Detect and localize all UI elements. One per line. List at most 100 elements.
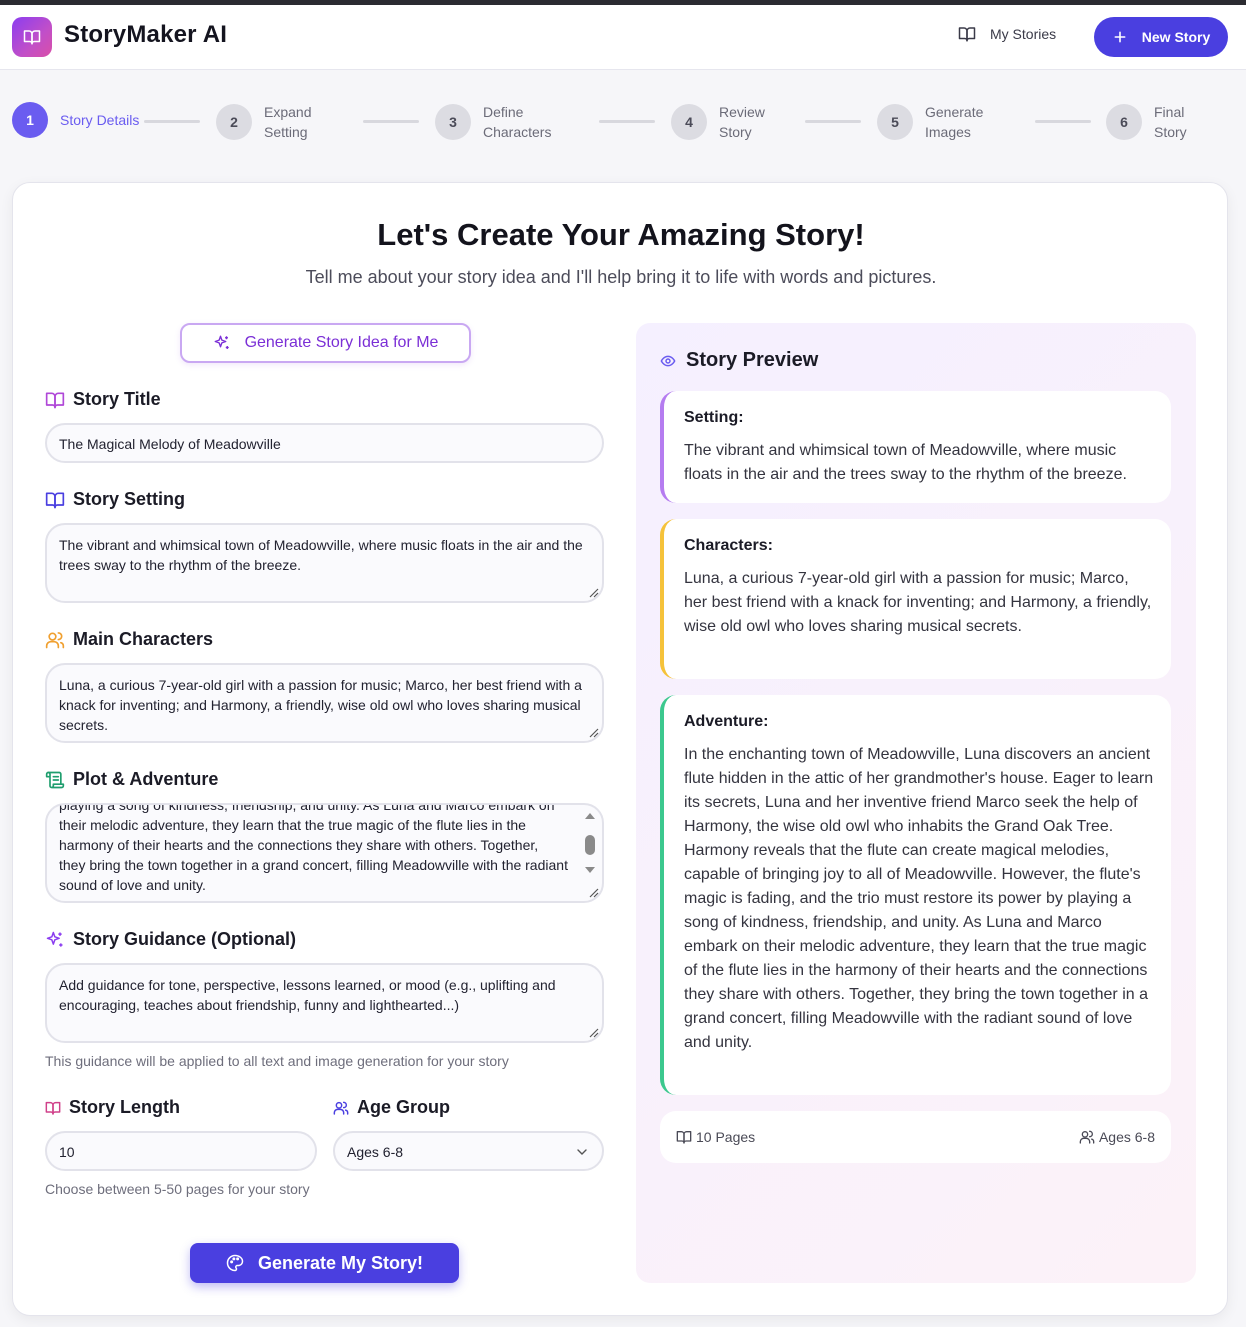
- resize-handle-icon[interactable]: [589, 888, 599, 898]
- preview-setting-card: Setting: The vibrant and whimsical town …: [660, 391, 1171, 503]
- preview-pages: 10 Pages: [676, 1129, 755, 1145]
- age-group-select[interactable]: Ages 6-8: [333, 1131, 604, 1171]
- book-open-icon: [45, 1101, 61, 1115]
- step-number: 3: [435, 104, 471, 140]
- story-setting-label: Story Setting: [45, 489, 185, 510]
- step-number: 1: [12, 102, 48, 138]
- book-open-icon: [23, 30, 41, 45]
- story-guidance-placeholder: Add guidance for tone, perspective, less…: [59, 977, 556, 1013]
- generate-idea-label: Generate Story Idea for Me: [244, 334, 439, 351]
- book-open-icon: [45, 392, 65, 408]
- main-characters-value: Luna, a curious 7-year-old girl with a p…: [59, 677, 582, 733]
- step-connector: [363, 120, 419, 123]
- resize-handle-icon[interactable]: [589, 588, 599, 598]
- main-characters-text: Main Characters: [73, 629, 214, 649]
- story-setting-textarea[interactable]: The vibrant and whimsical town of Meadow…: [45, 523, 604, 603]
- step-connector: [1035, 120, 1091, 123]
- step-review-story[interactable]: 4 Review Story: [671, 102, 783, 142]
- step-label: Expand Setting: [264, 104, 312, 140]
- sparkles-icon: [214, 335, 229, 349]
- preview-pages-text: 10 Pages: [696, 1129, 756, 1145]
- length-helper-text: Choose between 5-50 pages for your story: [45, 1181, 310, 1197]
- preview-ages: Ages 6-8: [1079, 1129, 1155, 1145]
- story-title-text: Story Title: [73, 389, 161, 409]
- chevron-down-icon: [577, 1149, 587, 1155]
- guidance-helper-text: This guidance will be applied to all tex…: [45, 1053, 509, 1069]
- preview-title: Story Preview: [660, 349, 818, 372]
- generate-idea-button[interactable]: Generate Story Idea for Me: [180, 323, 471, 363]
- my-stories-label: My Stories: [990, 26, 1057, 42]
- preview-meta-bar: 10 Pages Ages 6-8: [660, 1111, 1171, 1163]
- story-guidance-textarea[interactable]: Add guidance for tone, perspective, less…: [45, 963, 604, 1043]
- preview-setting-text: The vibrant and whimsical town of Meadow…: [684, 442, 1127, 483]
- resize-handle-icon[interactable]: [589, 728, 599, 738]
- main-characters-textarea[interactable]: Luna, a curious 7-year-old girl with a p…: [45, 663, 604, 743]
- page-subtitle: Tell me about your story idea and I'll h…: [305, 267, 937, 287]
- preview-adventure-text: In the enchanting town of Meadowville, L…: [684, 746, 1154, 1051]
- step-expand-setting[interactable]: 2 Expand Setting: [216, 102, 344, 142]
- step-story-details[interactable]: 1 Story Details: [12, 102, 140, 138]
- plot-adventure-text: Plot & Adventure: [73, 769, 219, 789]
- users-icon: [333, 1101, 349, 1115]
- preview-adventure-card: Adventure: In the enchanting town of Mea…: [660, 695, 1171, 1095]
- plus-icon: [1114, 31, 1126, 43]
- story-length-text: Story Length: [69, 1097, 180, 1117]
- app-title: StoryMaker AI: [64, 21, 228, 48]
- textarea-scrollbar[interactable]: [582, 809, 598, 887]
- story-setting-value: The vibrant and whimsical town of Meadow…: [59, 537, 583, 573]
- resize-handle-icon[interactable]: [589, 1028, 599, 1038]
- sparkles-icon: [46, 931, 63, 947]
- users-icon: [1079, 1130, 1095, 1144]
- step-number: 2: [216, 104, 252, 140]
- step-label: Review Story: [719, 104, 765, 140]
- plot-adventure-textarea[interactable]: playing a song of kindness, friendship, …: [45, 803, 604, 903]
- preview-characters-text: Luna, a curious 7-year-old girl with a p…: [684, 570, 1152, 635]
- step-label: Define Characters: [483, 104, 552, 140]
- age-group-label: Age Group: [333, 1097, 450, 1118]
- preview-adventure-heading: Adventure:: [684, 713, 769, 730]
- my-stories-link[interactable]: My Stories: [958, 25, 1056, 43]
- age-group-text: Age Group: [357, 1097, 450, 1117]
- main-characters-label: Main Characters: [45, 629, 213, 650]
- story-title-input[interactable]: The Magical Melody of Meadowville: [45, 423, 604, 463]
- step-connector: [144, 120, 200, 123]
- app-logo[interactable]: [12, 17, 52, 57]
- app-header: StoryMaker AI My Stories New Story: [0, 5, 1246, 70]
- step-number: 5: [877, 104, 913, 140]
- step-generate-images[interactable]: 5 Generate Images: [877, 102, 1005, 142]
- story-guidance-text: Story Guidance (Optional): [73, 929, 297, 949]
- users-icon: [45, 631, 65, 648]
- palette-icon: [226, 1254, 244, 1272]
- book-open-icon: [45, 492, 65, 508]
- progress-stepper: 1 Story Details 2 Expand Setting 3 Defin…: [0, 96, 1246, 152]
- story-length-label: Story Length: [45, 1097, 180, 1118]
- age-group-value: Ages 6-8: [347, 1144, 404, 1160]
- step-number: 4: [671, 104, 707, 140]
- plot-adventure-value: playing a song of kindness, friendship, …: [59, 803, 568, 893]
- new-story-button[interactable]: New Story: [1094, 17, 1228, 57]
- generate-story-button[interactable]: Generate My Story!: [190, 1243, 459, 1283]
- preview-ages-text: Ages 6-8: [1098, 1129, 1155, 1145]
- eye-icon: [660, 355, 676, 366]
- step-number: 6: [1106, 104, 1142, 140]
- preview-characters-card: Characters: Luna, a curious 7-year-old g…: [660, 519, 1171, 679]
- plot-adventure-label: Plot & Adventure: [45, 769, 218, 790]
- scroll-icon: [45, 771, 65, 788]
- preview-characters-heading: Characters:: [684, 537, 773, 554]
- generate-story-label: Generate My Story!: [257, 1252, 424, 1273]
- story-setting-text: Story Setting: [73, 489, 186, 509]
- story-form-card: Let's Create Your Amazing Story! Tell me…: [12, 182, 1228, 1316]
- new-story-label: New Story: [1141, 29, 1211, 45]
- step-label: Generate Images: [925, 104, 984, 140]
- book-open-icon: [676, 1131, 692, 1144]
- step-connector: [599, 120, 655, 123]
- step-connector: [805, 120, 861, 123]
- step-label: Story Details: [60, 112, 140, 128]
- step-label: Final Story: [1154, 104, 1187, 140]
- step-final-story[interactable]: 6 Final Story: [1106, 102, 1204, 142]
- preview-title-text: Story Preview: [686, 349, 819, 371]
- step-define-characters[interactable]: 3 Define Characters: [435, 102, 573, 142]
- story-preview-panel: Story Preview Setting: The vibrant and w…: [636, 323, 1196, 1283]
- story-length-input[interactable]: 10: [45, 1131, 317, 1171]
- story-title-label: Story Title: [45, 389, 161, 410]
